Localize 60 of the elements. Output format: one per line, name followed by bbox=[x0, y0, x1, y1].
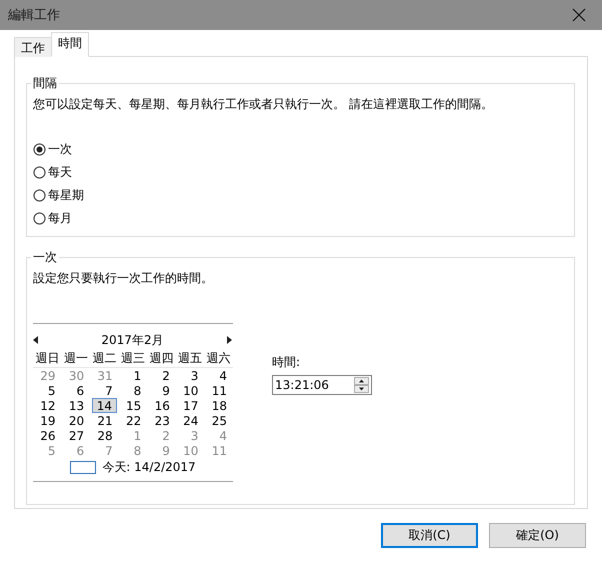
radio-label[interactable]: 每月 bbox=[48, 210, 72, 226]
calendar-day[interactable]: 9 bbox=[147, 383, 176, 398]
calendar-day[interactable]: 26 bbox=[33, 428, 62, 443]
weekday-label: 週五 bbox=[176, 349, 204, 368]
radio-label[interactable]: 一次 bbox=[48, 140, 72, 158]
calendar-day[interactable]: 1 bbox=[118, 368, 148, 383]
radio-button[interactable] bbox=[33, 188, 46, 202]
time-label: 時間: bbox=[272, 354, 302, 371]
spin-buttons-icon[interactable] bbox=[354, 377, 369, 393]
group-title: 間隔 bbox=[31, 75, 59, 92]
window-title: 編輯工作 bbox=[8, 7, 60, 24]
calendar-day[interactable]: 3 bbox=[176, 368, 204, 383]
month-title: 2017年2月 bbox=[101, 332, 164, 348]
calendar-day[interactable]: 28 bbox=[90, 428, 119, 443]
radio-button[interactable] bbox=[33, 142, 46, 156]
weekday-label: 週六 bbox=[204, 349, 233, 368]
today-link[interactable]: 今天: 14/2/2017 bbox=[102, 458, 196, 476]
calendar-day[interactable]: 5 bbox=[33, 383, 62, 398]
calendar-day[interactable]: 7 bbox=[90, 383, 119, 398]
radio-label[interactable]: 每天 bbox=[48, 164, 72, 180]
calendar-day[interactable]: 16 bbox=[147, 398, 176, 413]
calendar-day[interactable]: 2 bbox=[147, 368, 176, 383]
time-field[interactable]: 13:21:06 bbox=[272, 375, 372, 395]
radio-label[interactable]: 每星期 bbox=[48, 186, 84, 204]
calendar-day[interactable]: 24 bbox=[176, 413, 204, 428]
next-month-icon[interactable] bbox=[226, 336, 232, 344]
radio-button[interactable] bbox=[33, 166, 46, 178]
weekday-label: 週日 bbox=[33, 349, 62, 368]
tab[interactable]: 時間 bbox=[51, 32, 89, 57]
previous-month-icon[interactable] bbox=[33, 336, 39, 344]
description: 設定您只要執行一次工作的時間。 bbox=[33, 270, 214, 287]
calendar-day[interactable]: 4 bbox=[204, 368, 233, 383]
calendar-day[interactable]: 15 bbox=[118, 398, 148, 413]
tab[interactable]: 工作 bbox=[14, 37, 52, 57]
today-marker-icon bbox=[70, 460, 96, 474]
group-title: 一次 bbox=[31, 249, 59, 266]
calendar-day[interactable]: 23 bbox=[147, 413, 176, 428]
weekday-label: 週四 bbox=[147, 349, 176, 368]
calendar-day[interactable]: 12 bbox=[33, 398, 62, 413]
weekday-label: 週三 bbox=[118, 349, 148, 368]
calendar-day[interactable]: 25 bbox=[204, 413, 233, 428]
calendar-day[interactable]: 8 bbox=[118, 383, 148, 398]
dialog-button[interactable]: 取消(C) bbox=[381, 523, 478, 548]
radio-button[interactable] bbox=[33, 212, 46, 224]
calendar-day[interactable]: 21 bbox=[90, 413, 119, 428]
calendar-day[interactable]: 17 bbox=[176, 398, 204, 413]
calendar-day[interactable]: 27 bbox=[62, 428, 90, 443]
calendar-day[interactable]: 22 bbox=[118, 413, 148, 428]
calendar-day[interactable]: 20 bbox=[62, 413, 90, 428]
weekday-label: 週二 bbox=[90, 349, 119, 368]
calendar-day[interactable]: 10 bbox=[176, 383, 204, 398]
calendar-day[interactable]: 6 bbox=[62, 383, 90, 398]
calendar-day[interactable]: 11 bbox=[204, 383, 233, 398]
calendar-day[interactable]: 18 bbox=[204, 398, 233, 413]
dialog-button[interactable]: 確定(O) bbox=[489, 523, 586, 548]
calendar-day[interactable]: 14 bbox=[92, 398, 117, 413]
calendar-day[interactable]: 13 bbox=[62, 398, 90, 413]
description: 您可以設定每天、每星期、每月執行工作或者只執行一次。 請在這裡選取工作的間隔。 bbox=[33, 96, 494, 113]
calendar-day[interactable]: 19 bbox=[33, 413, 62, 428]
weekday-label: 週一 bbox=[62, 349, 90, 368]
